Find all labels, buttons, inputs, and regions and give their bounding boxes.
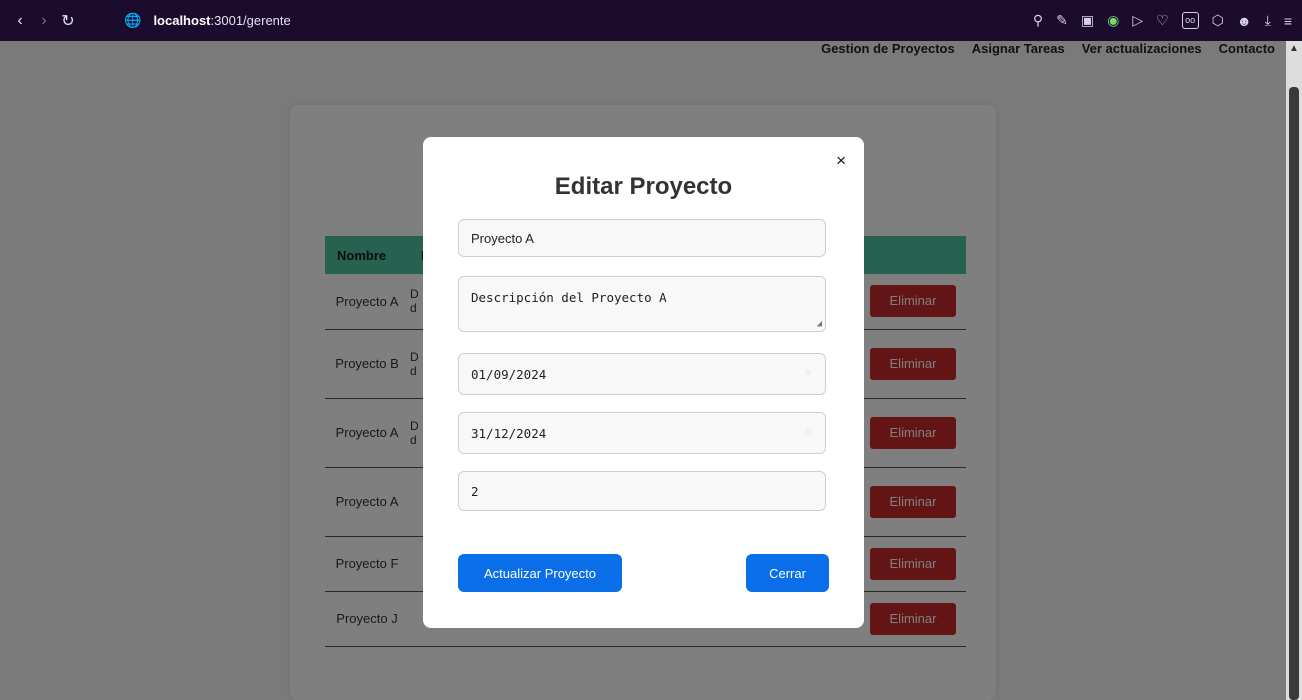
heart-icon[interactable]: ♡ (1156, 12, 1169, 29)
url-host: localhost (153, 13, 211, 28)
profile-icon[interactable]: ☻ (1237, 13, 1252, 29)
close-button[interactable]: Cerrar (746, 554, 829, 592)
menu-icon[interactable]: ≡ (1284, 13, 1292, 29)
scroll-up-icon[interactable]: ▲ (1289, 43, 1299, 54)
send-icon[interactable]: ▷ (1132, 12, 1143, 29)
project-name-value: Proyecto A (471, 230, 534, 246)
calendar-icon[interactable]: ■ (806, 368, 811, 378)
number-input[interactable]: 2 (458, 471, 826, 511)
edit-icon[interactable]: ✎ (1056, 12, 1068, 29)
start-date-input[interactable]: 01/09/2024 ■ (458, 353, 826, 395)
url-path: :3001/gerente (210, 13, 291, 28)
calendar-icon[interactable]: ■ (806, 427, 811, 437)
reload-icon[interactable]: ↻ (56, 11, 80, 31)
close-icon[interactable]: × (836, 151, 846, 171)
resize-handle-icon[interactable]: ◢ (817, 319, 822, 329)
number-value: 2 (471, 483, 479, 499)
browser-toolbar: ‹ › ↻ 🌐 localhost:3001/gerente ⚲ ✎ ▣ ◉ ▷… (0, 0, 1302, 41)
camera-icon[interactable]: ▣ (1081, 12, 1094, 29)
back-icon[interactable]: ‹ (8, 12, 32, 30)
download-icon[interactable]: ⤓ (1265, 12, 1271, 29)
edit-project-modal: × Editar Proyecto Proyecto A Descripción… (423, 137, 864, 628)
scrollbar[interactable]: ▲ (1286, 41, 1302, 700)
shield-icon[interactable]: ◉ (1107, 12, 1119, 29)
globe-icon: 🌐 (124, 12, 142, 28)
project-description-value: Descripción del Proyecto A (471, 290, 667, 305)
extension-icon[interactable]: oo (1181, 12, 1199, 29)
modal-title: Editar Proyecto (554, 173, 733, 200)
forward-icon[interactable]: › (32, 12, 56, 30)
end-date-input[interactable]: 31/12/2024 ■ (458, 412, 826, 454)
start-date-value: 01/09/2024 (471, 366, 547, 382)
search-icon[interactable]: ⚲ (1033, 12, 1043, 29)
update-project-button[interactable]: Actualizar Proyecto (458, 554, 622, 592)
browser-tools: ⚲ ✎ ▣ ◉ ▷ ♡ oo ⬡ ☻ ⤓ ≡ (1033, 0, 1292, 41)
end-date-value: 31/12/2024 (471, 425, 547, 441)
scrollbar-thumb[interactable] (1289, 87, 1299, 700)
cube-icon[interactable]: ⬡ (1212, 12, 1224, 29)
address-bar[interactable]: 🌐 localhost:3001/gerente (124, 0, 291, 41)
project-name-input[interactable]: Proyecto A (458, 219, 826, 257)
project-description-textarea[interactable]: Descripción del Proyecto A ◢ (458, 276, 826, 332)
